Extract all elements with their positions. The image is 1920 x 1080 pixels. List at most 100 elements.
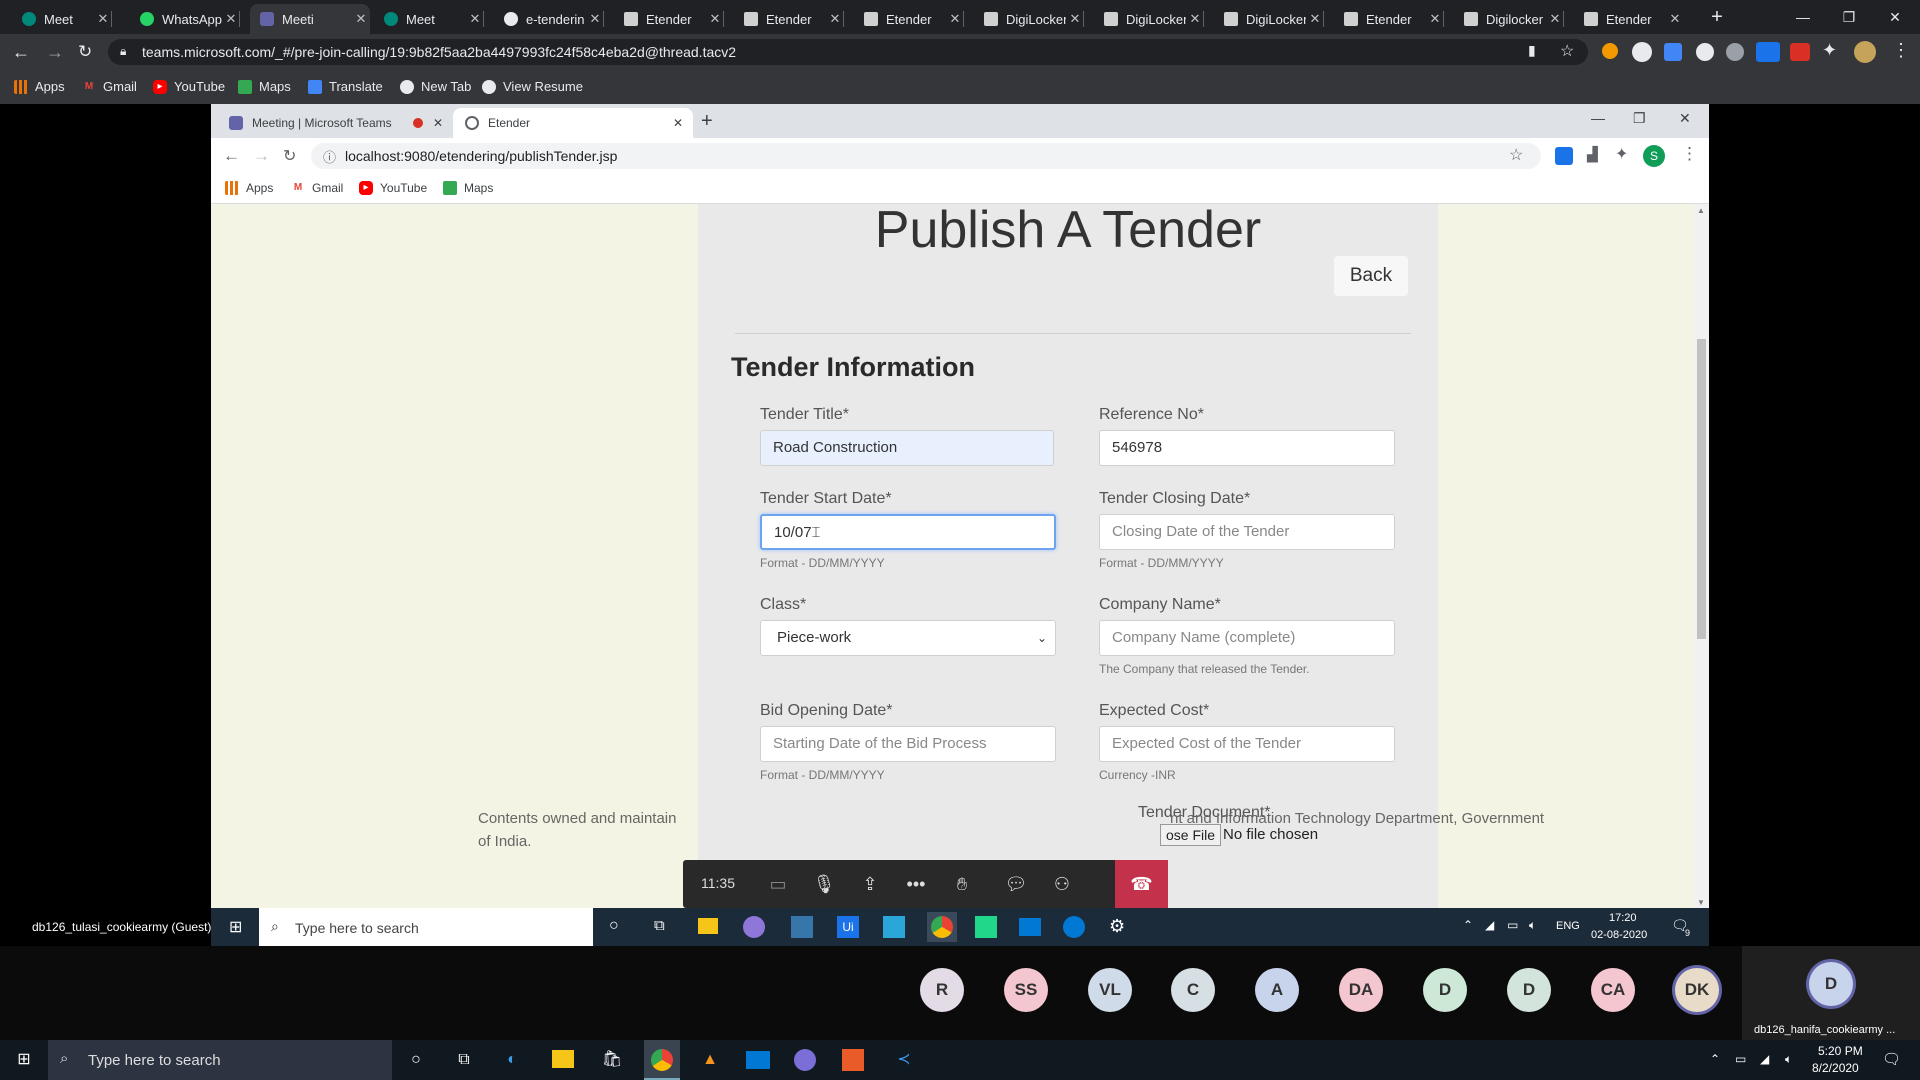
cortana-icon[interactable]: ○ — [402, 1046, 430, 1074]
close-tab-icon[interactable]: ✕ — [673, 116, 683, 130]
participant-avatar[interactable]: CA — [1591, 968, 1635, 1012]
pycharm-icon[interactable] — [975, 916, 997, 938]
app-icon[interactable] — [842, 1049, 864, 1071]
outer-tab-meet-2[interactable]: Meet ✕ — [374, 4, 484, 34]
mic-off-icon[interactable]: 🎙︎ — [801, 860, 847, 908]
close-tab-icon[interactable]: ✕ — [826, 11, 844, 27]
bookmark-gmail[interactable]: M Gmail — [82, 79, 137, 94]
vlc-icon[interactable]: ▲ — [696, 1046, 724, 1074]
participant-avatar[interactable]: D — [1507, 968, 1551, 1012]
bid-opening-date-input[interactable]: Starting Date of the Bid Process — [760, 726, 1056, 762]
update-ext-icon[interactable] — [1756, 42, 1780, 62]
task-view-icon[interactable]: ⧉ — [450, 1046, 478, 1074]
task-view-icon[interactable]: ⧉ — [654, 917, 665, 934]
outer-tab-digilocker-3[interactable]: DigiLocker ✕ — [1214, 4, 1324, 34]
extension-icon[interactable] — [1602, 43, 1618, 59]
bookmark-youtube[interactable]: ▸ YouTube — [359, 181, 427, 195]
participant-avatar[interactable]: SS — [1004, 968, 1048, 1012]
tray-chevron-icon[interactable]: ⌃ — [1463, 918, 1473, 932]
camera-icon[interactable]: ▮ — [1528, 42, 1536, 59]
app-icon[interactable] — [883, 916, 905, 938]
file-explorer-icon[interactable] — [698, 918, 718, 934]
choose-file-button[interactable]: ose File — [1160, 824, 1222, 846]
outer-tab-etender-4[interactable]: Etender ✕ — [1334, 4, 1444, 34]
new-tab-icon[interactable]: + — [701, 110, 713, 133]
volume-icon[interactable]: 🔈︎ — [1785, 1052, 1792, 1067]
extensions-puzzle-icon[interactable]: ✦ — [1615, 144, 1628, 164]
participants-icon[interactable]: ⚇ — [1039, 860, 1085, 908]
close-tab-icon[interactable]: ✕ — [586, 11, 604, 27]
outer-tab-digilocker-2[interactable]: DigiLocker ✕ — [1094, 4, 1204, 34]
raise-hand-icon[interactable]: ✋︎ — [939, 860, 985, 908]
more-actions-icon[interactable]: ••• — [893, 860, 939, 908]
star-icon[interactable]: ☆ — [1560, 41, 1574, 61]
chart-ext-icon[interactable]: ▟ — [1587, 146, 1598, 163]
extension-icon[interactable] — [1632, 42, 1652, 62]
network-icon[interactable]: ◢ — [1760, 1052, 1769, 1066]
inner-tab-teams[interactable]: Meeting | Microsoft Teams ✕ — [217, 108, 453, 138]
page-scrollbar[interactable]: ▲ ▼ — [1694, 204, 1709, 910]
menu-kebab-icon[interactable]: ⋮ — [1681, 144, 1698, 164]
close-tab-icon[interactable]: ✕ — [466, 11, 484, 27]
close-tab-icon[interactable]: ✕ — [706, 11, 724, 27]
inner-omnibox[interactable]: ⓘ localhost:9080/etendering/publishTende… — [311, 143, 1541, 169]
bookmark-translate[interactable]: Translate — [308, 79, 383, 94]
network-icon[interactable]: ◢ — [1485, 918, 1494, 932]
mail-icon[interactable] — [746, 1051, 770, 1069]
chrome-taskbar-item[interactable] — [644, 1040, 680, 1080]
store-icon[interactable]: 🛍︎ — [598, 1046, 626, 1074]
chrome-taskbar-item[interactable] — [927, 912, 957, 942]
reference-no-input[interactable]: 546978 — [1099, 430, 1395, 466]
vscode-icon[interactable]: ≺ — [890, 1046, 918, 1074]
outer-tab-teams-active[interactable]: Meeti ✕ — [250, 4, 370, 34]
edge-icon[interactable]: ◐ — [498, 1046, 526, 1074]
bookmark-apps[interactable]: Apps — [225, 181, 273, 195]
profile-avatar[interactable]: S — [1643, 145, 1665, 167]
reload-icon[interactable]: ↻ — [78, 42, 92, 62]
close-tab-icon[interactable]: ✕ — [1546, 11, 1564, 27]
closing-date-input[interactable]: Closing Date of the Tender — [1099, 514, 1395, 550]
outer-tab-etender-3[interactable]: Etender ✕ — [854, 4, 964, 34]
minimize-icon[interactable]: — — [1780, 0, 1826, 34]
participant-avatar[interactable]: C — [1171, 968, 1215, 1012]
settings-gear-icon[interactable]: ⚙ — [1109, 916, 1125, 937]
app-icon[interactable] — [1063, 916, 1085, 938]
new-tab-icon[interactable]: + — [1694, 0, 1740, 34]
app-icon[interactable] — [791, 916, 813, 938]
mail-icon[interactable] — [1019, 918, 1041, 936]
participant-avatar[interactable]: DA — [1339, 968, 1383, 1012]
file-explorer-icon[interactable] — [552, 1050, 574, 1068]
close-tab-icon[interactable]: ✕ — [946, 11, 964, 27]
outer-tab-meet-1[interactable]: Meet ✕ — [12, 4, 112, 34]
participant-avatar[interactable]: D — [1423, 968, 1467, 1012]
battery-icon[interactable]: ▭ — [1735, 1052, 1746, 1066]
uipath-ext-icon[interactable] — [1555, 147, 1573, 165]
self-video-tile[interactable]: D db126_hanifa_cookiearmy ... — [1742, 946, 1920, 1040]
app-icon[interactable] — [794, 1049, 816, 1071]
restore-icon[interactable]: ❐ — [1826, 0, 1872, 34]
windows-start-icon[interactable]: ⊞ — [10, 1046, 38, 1074]
close-tab-icon[interactable]: ✕ — [433, 116, 443, 130]
translate-ext-icon[interactable] — [1664, 43, 1682, 61]
outer-tab-digilocker-4[interactable]: Digilocker ✕ — [1454, 4, 1564, 34]
forward-arrow-icon[interactable]: → — [46, 42, 64, 63]
bookmark-maps[interactable]: Maps — [443, 181, 493, 195]
profile-avatar[interactable] — [1854, 41, 1876, 63]
participant-avatar[interactable]: VL — [1088, 968, 1132, 1012]
outer-tab-digilocker-1[interactable]: DigiLocker ✕ — [974, 4, 1084, 34]
bookmark-apps[interactable]: Apps — [14, 79, 65, 94]
tender-title-input[interactable]: Road Construction — [760, 430, 1054, 466]
participant-avatar[interactable]: A — [1255, 968, 1299, 1012]
inner-tab-etender[interactable]: Etender ✕ — [453, 108, 693, 138]
close-tab-icon[interactable]: ✕ — [1186, 11, 1204, 27]
notifications-icon[interactable]: 🗨︎ — [1882, 1050, 1901, 1068]
windows-start-icon[interactable]: ⊞ — [229, 917, 242, 937]
minimize-icon[interactable]: — — [1591, 110, 1605, 126]
star-icon[interactable]: ☆ — [1509, 145, 1523, 165]
company-name-input[interactable]: Company Name (complete) — [1099, 620, 1395, 656]
taskbar-search-box[interactable]: ⌕ Type here to search — [48, 1040, 392, 1080]
close-tab-icon[interactable]: ✕ — [1666, 11, 1684, 27]
scroll-up-icon[interactable]: ▲ — [1697, 206, 1705, 215]
bookmark-youtube[interactable]: ▸ YouTube — [153, 79, 225, 94]
camera-off-icon[interactable]: ▭ — [755, 860, 801, 908]
